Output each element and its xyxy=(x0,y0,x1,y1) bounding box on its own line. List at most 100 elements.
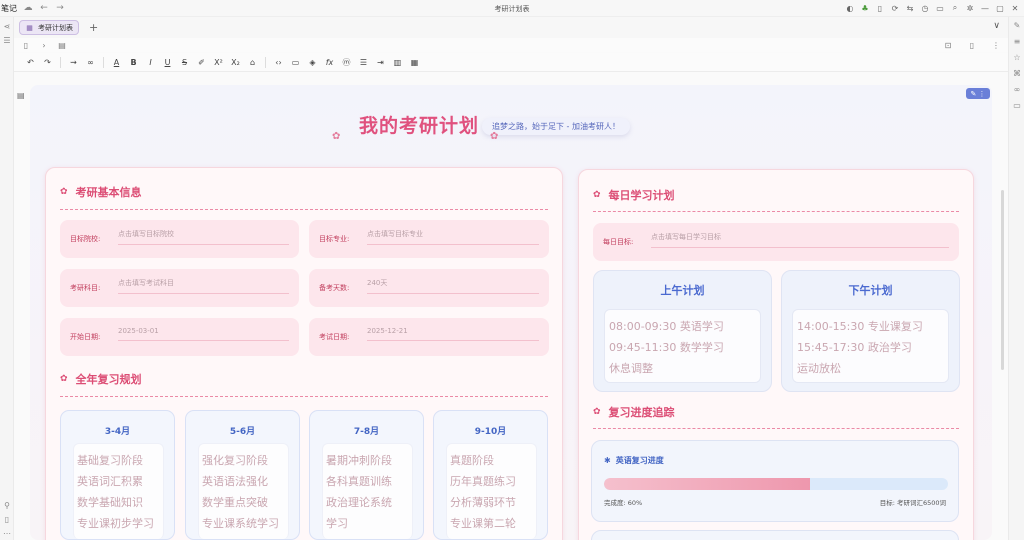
tab-study-plan[interactable]: ▦ 考研计划表 xyxy=(19,20,79,35)
close-icon[interactable]: ✕ xyxy=(1010,2,1020,14)
minimize-icon[interactable]: — xyxy=(980,2,990,14)
phase-item: 学习 xyxy=(326,517,348,530)
file-icon[interactable]: ▯ xyxy=(875,2,885,14)
next-progress-card xyxy=(591,530,959,540)
more-vert-icon[interactable]: ⋮ xyxy=(990,39,1002,51)
settings-icon[interactable]: ✲ xyxy=(965,2,975,14)
more-icon[interactable]: ⋯ xyxy=(0,526,14,540)
plan-item: 运动放松 xyxy=(797,362,841,375)
field-value[interactable]: 2025-03-01 xyxy=(118,327,289,341)
underline-icon[interactable]: U xyxy=(161,56,174,69)
doc-icon[interactable]: ▯ xyxy=(0,512,14,526)
doc-breadcrumb-icon[interactable]: ▤ xyxy=(56,39,68,51)
plan-item: 09:45-11:30 数学学习 xyxy=(609,341,724,354)
field-label: 目标院校: xyxy=(70,235,101,243)
phase-content[interactable]: 真题阶段 历年真题练习 分析薄弱环节 专业课第二轮 xyxy=(446,443,537,539)
star-icon[interactable]: ☆ xyxy=(1009,49,1024,65)
chevron-down-icon[interactable]: ∨ xyxy=(993,21,1000,31)
comment-icon[interactable]: ▭ xyxy=(1009,97,1024,113)
link-insert-icon[interactable]: ∞ xyxy=(84,56,97,69)
plugin-icon[interactable]: ♣ xyxy=(860,2,870,14)
field-prep-days[interactable]: 备考天数: 240天 xyxy=(309,269,549,307)
field-value[interactable]: 点击填写每日学习目标 xyxy=(651,232,949,248)
table-insert-icon[interactable]: ▦ xyxy=(408,56,421,69)
field-target-major[interactable]: 目标专业: 点击填写目标专业 xyxy=(309,220,549,258)
history-icon[interactable]: ◷ xyxy=(920,2,930,14)
share-icon[interactable]: ⋖ xyxy=(0,19,14,33)
inline-code-icon[interactable]: ▭ xyxy=(289,56,302,69)
tag-icon[interactable]: ⌂ xyxy=(246,56,259,69)
daily-plan-header: ✿ 每日学习计划 xyxy=(593,187,675,203)
flower-icon: ✿ xyxy=(490,131,499,142)
phase-content[interactable]: 基础复习阶段 英语词汇积累 数学基础知识 专业课初步学习 xyxy=(73,443,164,539)
phase-card: 9-10月 真题阶段 历年真题练习 分析薄弱环节 专业课第二轮 xyxy=(433,410,548,540)
edit-block-button[interactable]: ✎ ⋮ xyxy=(966,88,990,99)
italic-icon[interactable]: I xyxy=(144,56,157,69)
tab-bar: ▦ 考研计划表 + ∨ xyxy=(14,17,1008,38)
block-menu-icon[interactable]: ▤ xyxy=(17,91,25,100)
inbox-icon[interactable]: ▭ xyxy=(935,2,945,14)
page-icon[interactable]: ▯ xyxy=(966,39,978,51)
redo-icon[interactable]: ↷ xyxy=(41,56,54,69)
english-progress-bar xyxy=(604,478,948,490)
outline-right-icon[interactable]: ≡ xyxy=(1009,33,1024,49)
switch-icon[interactable]: ⇆ xyxy=(905,2,915,14)
align-icon[interactable]: ☰ xyxy=(357,56,370,69)
progress-header: ✿ 复习进度追踪 xyxy=(593,404,675,420)
superscript-icon[interactable]: X² xyxy=(212,56,225,69)
mark-icon[interactable]: ⓜ xyxy=(340,56,353,69)
notebook-icon[interactable]: ▯ xyxy=(20,39,32,51)
field-value[interactable]: 点击填写目标专业 xyxy=(367,229,539,245)
field-label: 备考天数: xyxy=(319,284,350,292)
field-target-school[interactable]: 目标院校: 点击填写目标院校 xyxy=(60,220,299,258)
morning-plan-content[interactable]: 08:00-09:30 英语学习 09:45-11:30 数学学习 休息调整 xyxy=(604,309,761,383)
field-start-date[interactable]: 开始日期: 2025-03-01 xyxy=(60,318,299,356)
forward-arrow-icon[interactable]: → xyxy=(55,3,65,13)
phase-content[interactable]: 强化复习阶段 英语语法强化 数学重点突破 专业课系统学习 xyxy=(198,443,289,539)
subscript-icon[interactable]: X₂ xyxy=(229,56,242,69)
pin-icon[interactable]: ⚲ xyxy=(0,498,14,512)
strikethrough-icon[interactable]: S xyxy=(178,56,191,69)
phase-content[interactable]: 暑期冲刺阶段 各科真题训练 政治理论系统 学习 xyxy=(322,443,413,539)
morning-plan-title: 上午计划 xyxy=(660,284,705,297)
bold-icon[interactable]: B xyxy=(127,56,140,69)
field-value[interactable]: 240天 xyxy=(367,278,539,294)
back-arrow-icon[interactable]: ← xyxy=(39,3,49,13)
ref-icon[interactable]: ⇝ xyxy=(67,56,80,69)
phase-period: 5-6月 xyxy=(229,427,256,437)
field-exam-subjects[interactable]: 考研科目: 点击填写考试科目 xyxy=(60,269,299,307)
outline-icon[interactable]: ☰ xyxy=(0,33,14,47)
graph-icon[interactable]: ⌘ xyxy=(1009,65,1024,81)
tab-label: 考研计划表 xyxy=(38,23,73,32)
add-tab-button[interactable]: + xyxy=(89,21,98,34)
columns-icon[interactable]: ▥ xyxy=(391,56,404,69)
app-name[interactable]: 笔记 xyxy=(1,3,17,14)
page-subtitle: 追梦之路，始于足下 - 加油考研人！ xyxy=(492,122,620,131)
link-icon[interactable]: ∞ xyxy=(1009,81,1024,97)
lock-icon[interactable]: ⊡ xyxy=(942,39,954,51)
highlight-icon[interactable]: ✐ xyxy=(195,56,208,69)
maximize-icon[interactable]: ▢ xyxy=(995,2,1005,14)
memo-icon[interactable]: ◈ xyxy=(306,56,319,69)
cloud-icon[interactable]: ☁ xyxy=(23,3,33,13)
sync-icon[interactable]: ⟳ xyxy=(890,2,900,14)
search-icon[interactable]: ⌕ xyxy=(950,2,960,14)
indent-icon[interactable]: ⇥ xyxy=(374,56,387,69)
theme-icon[interactable]: ◐ xyxy=(845,2,855,14)
undo-icon[interactable]: ↶ xyxy=(24,56,37,69)
font-color-icon[interactable]: A xyxy=(110,56,123,69)
field-label: 目标专业: xyxy=(319,235,350,243)
code-icon[interactable]: ‹› xyxy=(272,56,285,69)
field-value[interactable]: 点击填写考试科目 xyxy=(118,278,289,294)
field-exam-date[interactable]: 考试日期: 2025-12-21 xyxy=(309,318,549,356)
field-value[interactable]: 2025-12-21 xyxy=(367,327,539,341)
field-value[interactable]: 点击填写目标院校 xyxy=(118,229,289,245)
gear-icon: ✱ xyxy=(604,456,611,465)
edit-icon[interactable]: ✎ xyxy=(1009,17,1024,33)
flower-icon: ✿ xyxy=(593,407,601,417)
formula-icon[interactable]: fx xyxy=(323,56,336,69)
field-daily-goal[interactable]: 每日目标: 点击填写每日学习目标 xyxy=(593,223,959,261)
scrollbar[interactable] xyxy=(1001,190,1004,370)
afternoon-plan-content[interactable]: 14:00-15:30 专业课复习 15:45-17:30 政治学习 运动放松 xyxy=(792,309,949,383)
english-progress-header: ✱ 英语复习进度 xyxy=(604,455,664,466)
